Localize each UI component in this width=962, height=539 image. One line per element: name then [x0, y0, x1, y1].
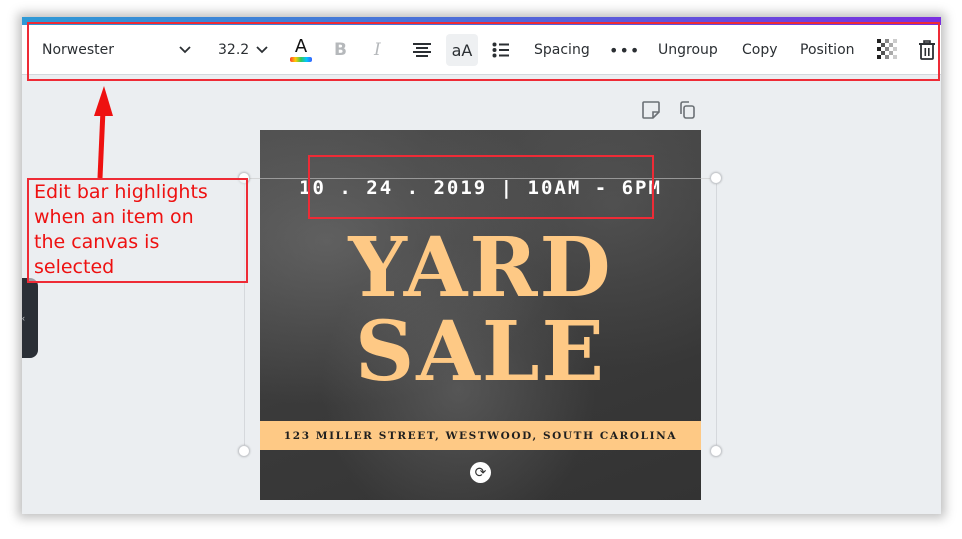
- resize-handle-bottom-left[interactable]: [238, 445, 250, 457]
- side-panel-collapse-tab[interactable]: ‹: [22, 278, 38, 358]
- chevron-down-icon[interactable]: [256, 25, 268, 75]
- header-gradient-bar: [22, 17, 941, 25]
- bulleted-list-icon[interactable]: [492, 25, 510, 75]
- spacing-button[interactable]: Spacing: [534, 25, 590, 75]
- trash-icon[interactable]: [918, 25, 936, 75]
- title-yard[interactable]: YARD: [260, 227, 701, 309]
- transparency-icon[interactable]: [877, 25, 899, 75]
- copy-button[interactable]: Copy: [742, 25, 778, 75]
- annotation-arrow-icon: [94, 86, 113, 179]
- text-color-button[interactable]: A: [290, 25, 312, 75]
- date-time-text[interactable]: 10 . 24 . 2019 | 10AM - 6PM: [260, 177, 701, 199]
- align-center-icon[interactable]: [412, 25, 432, 75]
- position-button[interactable]: Position: [800, 25, 855, 75]
- font-size-input[interactable]: 32.2: [218, 25, 249, 75]
- ungroup-button[interactable]: Ungroup: [658, 25, 718, 75]
- color-swatch: [290, 56, 312, 62]
- resize-handle-bottom-right[interactable]: [710, 445, 722, 457]
- selection-border-top: [244, 178, 716, 179]
- chevron-down-icon[interactable]: [179, 25, 191, 75]
- sticky-note-icon[interactable]: [641, 100, 661, 125]
- resize-handle-top-right[interactable]: [710, 172, 722, 184]
- font-family-dropdown[interactable]: Norwester: [42, 25, 114, 75]
- refresh-icon[interactable]: ⟳: [470, 462, 491, 483]
- italic-button[interactable]: I: [374, 25, 381, 75]
- title-sale[interactable]: SALE: [260, 311, 701, 393]
- more-options-button[interactable]: •••: [609, 25, 640, 75]
- address-band[interactable]: 123 MILLER STREET, WESTWOOD, SOUTH CAROL…: [260, 421, 701, 450]
- selection-border-right: [716, 178, 717, 451]
- text-color-icon: A: [294, 35, 308, 57]
- edit-toolbar: Norwester 32.2 A B I aA Spacing ••• Ungr…: [22, 25, 941, 75]
- bold-button[interactable]: B: [334, 25, 347, 75]
- duplicate-page-icon[interactable]: [678, 100, 696, 125]
- letter-case-button[interactable]: aA: [446, 34, 478, 66]
- chevron-left-icon: ‹: [22, 313, 25, 323]
- yard-sale-design[interactable]: 10 . 24 . 2019 | 10AM - 6PM YARD SALE 12…: [260, 130, 701, 500]
- annotation-callout: Edit bar highlights when an item on the …: [27, 178, 248, 283]
- address-text: 123 MILLER STREET, WESTWOOD, SOUTH CAROL…: [283, 429, 678, 442]
